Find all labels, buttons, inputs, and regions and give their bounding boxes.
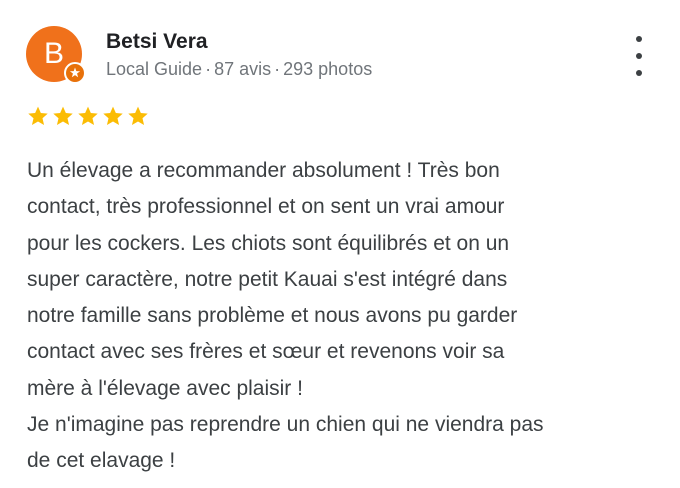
- author-name[interactable]: Betsi Vera: [106, 29, 208, 55]
- local-guide-label: Local Guide: [106, 59, 203, 79]
- review-count: 87 avis: [214, 59, 272, 79]
- review-text-line: mère à l'élevage avec plaisir !: [27, 376, 303, 400]
- local-guide-badge-icon: [64, 62, 86, 84]
- photo-count: 293 photos: [283, 59, 373, 79]
- more-vert-icon: [636, 36, 642, 42]
- review-text-line: contact avec ses frères et sœur et reven…: [27, 340, 505, 364]
- review-text-line: notre famille sans problème et nous avon…: [27, 304, 518, 328]
- star-icon: [53, 106, 73, 125]
- star-rating: [27, 105, 149, 127]
- meta-separator: ·: [205, 59, 212, 79]
- star-icon: [128, 106, 148, 125]
- review-text-line: Je n'imagine pas reprendre un chien qui …: [27, 413, 544, 437]
- star-icon: [103, 106, 123, 125]
- review-text-line: super caractère, notre petit Kauai s'est…: [27, 267, 508, 291]
- review-text-line: Un élevage a recommander absolument ! Tr…: [27, 159, 500, 182]
- meta-separator: ·: [274, 59, 281, 79]
- review-text-line: contact, très professionnel et on sent u…: [27, 195, 505, 219]
- star-icon: [78, 106, 98, 125]
- more-options-button[interactable]: [626, 36, 652, 76]
- author-meta: Local Guide · 87 avis · 293 photos: [106, 57, 372, 81]
- star-icon: [28, 106, 48, 125]
- review-text: Un élevage a recommander absolument ! Tr…: [27, 153, 667, 480]
- review-text-line: pour les cockers. Les chiots sont équili…: [27, 231, 510, 255]
- review-card: B Betsi Vera Local Guide · 87 avis · 293 pho…: [0, 0, 680, 488]
- author-avatar[interactable]: B: [26, 26, 86, 84]
- review-text-line: de cet elavage !: [27, 449, 176, 473]
